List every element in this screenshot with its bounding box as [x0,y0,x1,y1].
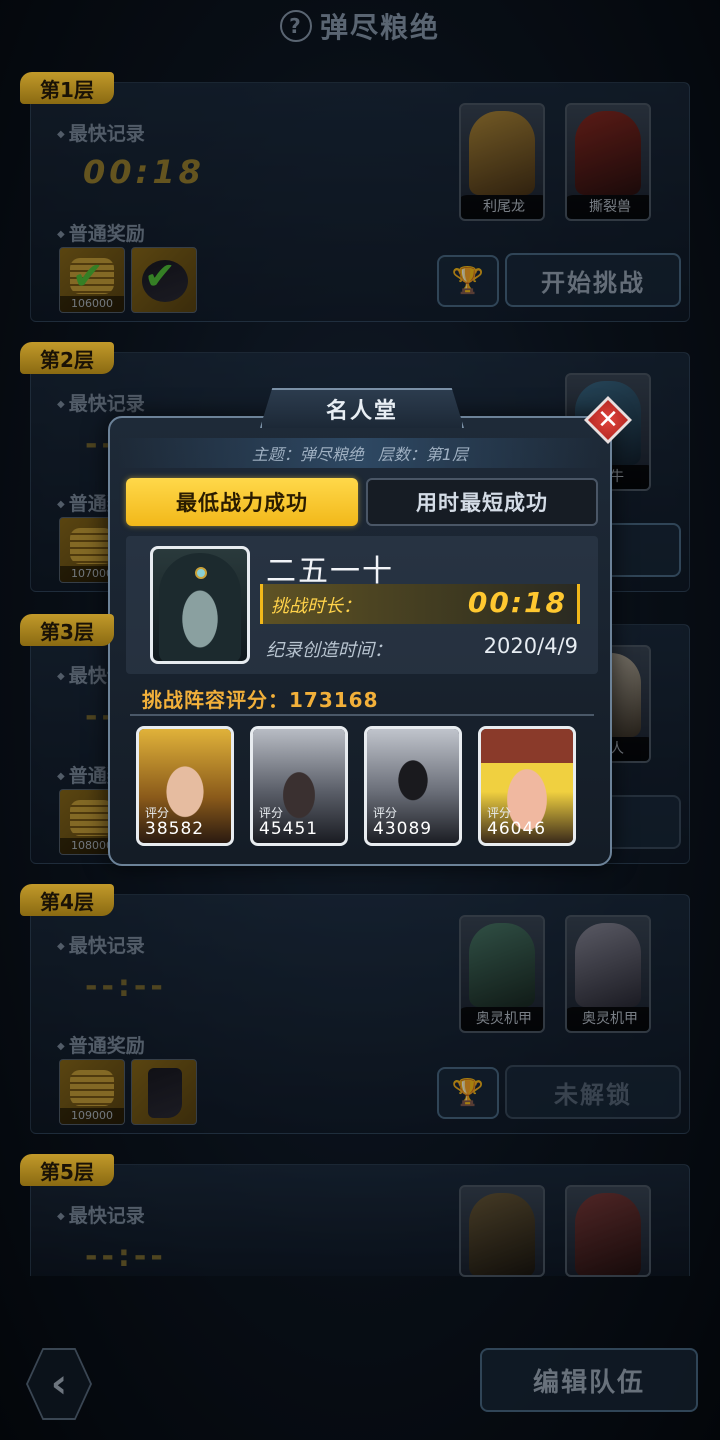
tab-shortest-time[interactable]: 用时最短成功 [366,478,598,526]
avatar[interactable] [150,546,250,664]
floor-text: 层数：第1层 [377,445,469,464]
modal-title: 名人堂 [260,388,464,428]
stage-tag: 第1层 [20,72,114,104]
theme-text: 主题：弹尽粮绝 [251,445,364,464]
hero-score: 46046 [487,819,547,839]
modal-subtitle: 主题：弹尽粮绝 层数：第1层 [118,438,602,468]
tab-lowest-power[interactable]: 最低战力成功 [126,478,358,526]
hero-card[interactable]: 评分 45451 [250,726,348,846]
hero-card[interactable]: 评分 46046 [478,726,576,846]
stage-tag: 第4层 [20,884,114,916]
divider [130,714,594,716]
gem-icon [195,567,207,579]
record-box: 二五一十 挑战时长： 00:18 纪录创造时间： 2020/4/9 [126,536,598,674]
duration-label: 挑战时长： [271,596,361,617]
stage-tag: 第5层 [20,1154,114,1186]
lineup-score-value: 173168 [289,688,379,712]
created-label: 纪录创造时间： [266,640,392,661]
lineup-score: 挑战阵容评分：173168 [142,684,379,713]
hero-score: 38582 [145,819,205,839]
hero-card[interactable]: 评分 38582 [136,726,234,846]
hero-card[interactable]: 评分 43089 [364,726,462,846]
hall-of-fame-modal: 名人堂 ✕ 主题：弹尽粮绝 层数：第1层 最低战力成功 用时最短成功 二五一十 … [108,388,632,866]
created-value: 2020/4/9 [483,634,578,658]
lineup-score-label: 挑战阵容评分： [142,688,289,712]
duration-row: 挑战时长： 00:18 [260,584,580,624]
stage-tag: 第3层 [20,614,114,646]
duration-value: 00:18 [467,586,567,619]
hero-score: 45451 [259,819,319,839]
stage-tag: 第2层 [20,342,114,374]
hero-score: 43089 [373,819,433,839]
